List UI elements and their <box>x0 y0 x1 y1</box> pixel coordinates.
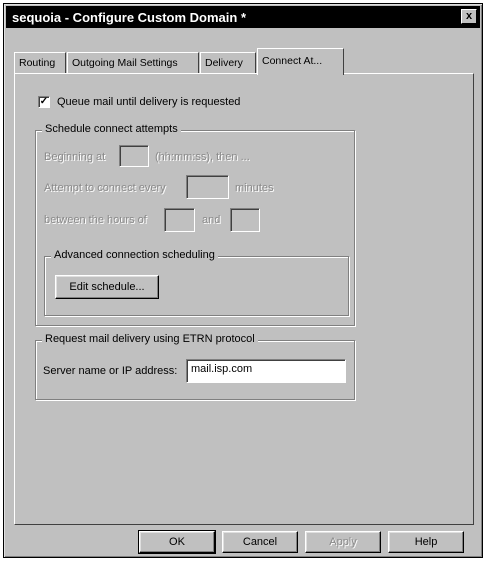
between-end-field[interactable] <box>230 208 260 232</box>
close-icon[interactable]: x <box>461 9 477 24</box>
tab-connect-at[interactable]: Connect At... <box>257 48 344 75</box>
beginning-at-label: Beginning at <box>44 151 106 163</box>
etrn-groupbox: Request mail delivery using ETRN protoco… <box>35 333 355 400</box>
attempt-every-field[interactable] <box>186 175 229 199</box>
beginning-at-suffix: (hh:mm:ss), then ... <box>155 151 250 163</box>
edit-schedule-button[interactable]: Edit schedule... <box>55 275 159 299</box>
help-button[interactable]: Help <box>388 531 464 553</box>
advanced-scheduling-legend: Advanced connection scheduling <box>51 249 218 261</box>
title-bar: sequoia - Configure Custom Domain * x <box>6 6 480 28</box>
beginning-at-field[interactable] <box>119 145 149 167</box>
queue-mail-checkbox[interactable]: ✓ <box>38 96 50 108</box>
schedule-legend: Schedule connect attempts <box>42 123 181 135</box>
attempt-every-suffix: minutes <box>235 182 274 194</box>
server-name-input[interactable]: mail.isp.com <box>186 359 346 383</box>
attempt-every-label: Attempt to connect every <box>44 182 166 194</box>
queue-mail-label[interactable]: Queue mail until delivery is requested <box>57 96 240 108</box>
window-title: sequoia - Configure Custom Domain * <box>12 9 247 25</box>
cancel-button[interactable]: Cancel <box>222 531 298 553</box>
connect-at-panel: ✓ Queue mail until delivery is requested… <box>14 73 474 525</box>
ok-button[interactable]: OK <box>138 530 216 554</box>
between-hours-label: between the hours of <box>44 214 147 226</box>
tab-delivery[interactable]: Delivery <box>200 52 256 74</box>
advanced-scheduling-groupbox: Advanced connection scheduling Edit sche… <box>44 249 349 316</box>
tab-outgoing-mail-settings[interactable]: Outgoing Mail Settings <box>67 52 199 74</box>
etrn-legend: Request mail delivery using ETRN protoco… <box>42 333 258 345</box>
tab-routing[interactable]: Routing <box>14 52 66 74</box>
schedule-groupbox: Schedule connect attempts Beginning at (… <box>35 123 355 326</box>
between-start-field[interactable] <box>164 208 195 232</box>
apply-button[interactable]: Apply <box>305 531 381 553</box>
configure-domain-dialog: sequoia - Configure Custom Domain * x Ro… <box>3 3 483 558</box>
between-and-label: and <box>202 214 221 226</box>
server-name-label: Server name or IP address: <box>43 365 178 377</box>
